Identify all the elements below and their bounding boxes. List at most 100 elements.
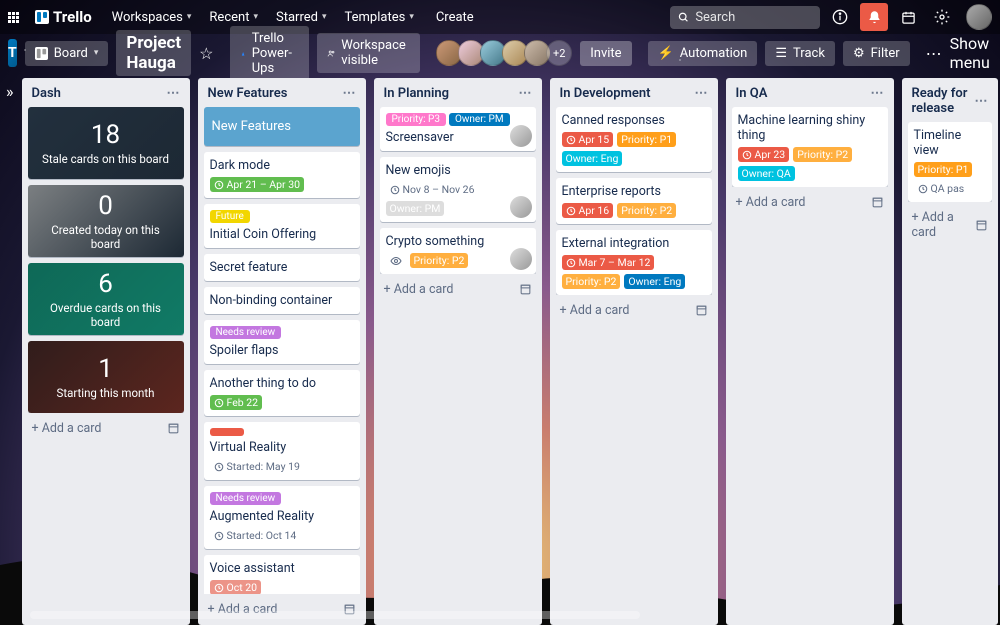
dash-count: 1 <box>38 354 174 384</box>
card[interactable]: Crypto somethingPriority: P2 <box>380 228 536 274</box>
list-menu-icon[interactable]: ⋯ <box>975 94 988 109</box>
card[interactable]: External integrationMar 7 – Mar 12Priori… <box>556 230 712 295</box>
card[interactable]: New emojisNov 8 – Nov 26Owner: PM <box>380 157 536 222</box>
badge: Priority: P2 <box>562 274 621 289</box>
card-title: Non-binding container <box>210 293 354 308</box>
member-avatar[interactable] <box>510 196 532 218</box>
card[interactable]: Timeline view Priority: P1 QA pas <box>908 122 992 202</box>
card-title: Augmented Reality <box>210 509 354 524</box>
user-avatar[interactable] <box>966 4 992 30</box>
list-title[interactable]: In Development <box>560 86 651 101</box>
card[interactable]: Priority: P3Owner: PMScreensaver <box>380 107 536 151</box>
card-title: Timeline view <box>914 128 986 158</box>
card[interactable]: Virtual RealityStarted: May 19 <box>204 422 360 480</box>
add-card-button[interactable]: + Add a card <box>380 276 536 299</box>
board-title[interactable]: Project Hauga <box>116 30 191 76</box>
menu-templates[interactable]: Templates▾ <box>337 6 422 29</box>
card[interactable]: Machine learning shiny thingApr 23Priori… <box>732 107 888 187</box>
member-avatar[interactable] <box>510 125 532 147</box>
settings-icon[interactable] <box>928 3 956 31</box>
card[interactable]: 18Stale cards on this board <box>28 107 184 179</box>
list-title[interactable]: Dash <box>32 86 61 101</box>
calendar-icon[interactable] <box>894 3 922 31</box>
menu-workspaces[interactable]: Workspaces▾ <box>104 6 200 29</box>
add-card-button[interactable]: + Add a card <box>28 415 184 438</box>
template-icon[interactable] <box>695 304 708 317</box>
trello-logo[interactable]: Trello <box>29 8 98 26</box>
list-menu-icon[interactable]: ⋯ <box>871 86 884 101</box>
dash-label: Starting this month <box>38 386 174 400</box>
label <box>210 428 244 436</box>
badge: QA pas <box>914 181 969 196</box>
add-card-button[interactable]: + Add a card <box>908 204 992 242</box>
list-title[interactable]: New Features <box>208 86 288 101</box>
list-title[interactable]: In Planning <box>384 86 450 101</box>
label: Priority: P3 <box>386 113 447 126</box>
automation-button[interactable]: ⚡Automation <box>648 41 758 66</box>
list-title[interactable]: Ready for release <box>912 86 975 116</box>
card-title: Secret feature <box>210 260 354 275</box>
show-menu-button[interactable]: ⋯Show menu <box>918 30 998 76</box>
apps-icon[interactable] <box>8 12 19 23</box>
track-button[interactable]: ☰Track <box>765 41 835 66</box>
chevron-down-icon: ▾ <box>253 12 258 22</box>
list-menu-icon[interactable]: ⋯ <box>167 86 180 101</box>
template-icon[interactable] <box>167 422 180 435</box>
member-avatars[interactable]: +2 <box>436 40 572 66</box>
card-title: Spoiler flaps <box>210 343 354 358</box>
list-menu-icon[interactable]: ⋯ <box>695 86 708 101</box>
invite-button[interactable]: Invite <box>580 41 631 66</box>
more-members[interactable]: +2 <box>546 40 572 66</box>
trello-icon <box>35 10 49 24</box>
template-icon[interactable] <box>975 219 988 232</box>
dash-count: 6 <box>38 269 174 299</box>
visibility-button[interactable]: Workspace visible <box>317 33 421 73</box>
card[interactable]: Dark modeApr 21 – Apr 30 <box>204 152 360 198</box>
filter-button[interactable]: ⚙Filter <box>843 41 910 66</box>
notification-icon[interactable] <box>860 3 888 31</box>
bolt-icon: ⚡ <box>658 46 674 61</box>
search-icon <box>678 11 689 24</box>
board-view-switcher[interactable]: Board▾ <box>25 41 109 66</box>
add-card-button[interactable]: + Add a card <box>732 189 888 212</box>
sidebar-expand-icon[interactable]: » <box>6 78 14 625</box>
list-title[interactable]: In QA <box>736 86 768 101</box>
card[interactable]: Needs reviewAugmented RealityStarted: Oc… <box>204 486 360 549</box>
member-avatar[interactable] <box>510 248 532 270</box>
due-badge: Apr 16 <box>562 203 614 218</box>
card-title: External integration <box>562 236 706 251</box>
add-card-button[interactable]: + Add a card <box>556 297 712 320</box>
card[interactable]: Enterprise reportsApr 16Priority: P2 <box>556 178 712 224</box>
list-menu-icon[interactable]: ⋯ <box>343 86 356 101</box>
create-button[interactable]: Create <box>428 6 482 29</box>
template-icon[interactable] <box>519 283 532 296</box>
list-menu-icon[interactable]: ⋯ <box>519 86 532 101</box>
card[interactable]: Non-binding container <box>204 287 360 314</box>
info-icon[interactable] <box>826 3 854 31</box>
card[interactable]: Another thing to doFeb 22 <box>204 370 360 416</box>
badge: Priority: P1 <box>914 162 973 177</box>
search-input[interactable] <box>695 10 812 25</box>
card[interactable]: 6Overdue cards on this board <box>28 263 184 335</box>
list: In QA ⋯ Machine learning shiny thingApr 23… <box>726 78 894 625</box>
card[interactable]: Canned responsesApr 15Priority: P1Owner:… <box>556 107 712 172</box>
workspace-icon[interactable]: T <box>8 39 17 67</box>
card[interactable]: Needs reviewSpoiler flaps <box>204 320 360 364</box>
search-box[interactable] <box>670 6 820 29</box>
list: Dash ⋯ 18Stale cards on this board0Created… <box>22 78 190 625</box>
card[interactable]: Voice assistantOct 20 <box>204 555 360 594</box>
list: In Planning ⋯ Priority: P3Owner: PMScreens… <box>374 78 542 625</box>
template-icon[interactable] <box>871 196 884 209</box>
card-title: Crypto something <box>386 234 530 249</box>
card[interactable]: 0Created today on this board <box>28 185 184 257</box>
card[interactable]: 1 Starting this month <box>28 341 184 413</box>
star-icon[interactable]: ☆ <box>199 39 213 67</box>
card[interactable]: New Features <box>204 107 360 146</box>
due-badge: Apr 21 – Apr 30 <box>210 177 305 192</box>
dash-label: Stale cards on this board <box>38 152 174 166</box>
card[interactable]: Secret feature <box>204 254 360 281</box>
badge: Owner: Eng <box>562 151 623 166</box>
card[interactable]: FutureInitial Coin Offering <box>204 204 360 248</box>
badge: Priority: P2 <box>793 147 852 162</box>
horizontal-scrollbar[interactable] <box>30 611 640 619</box>
